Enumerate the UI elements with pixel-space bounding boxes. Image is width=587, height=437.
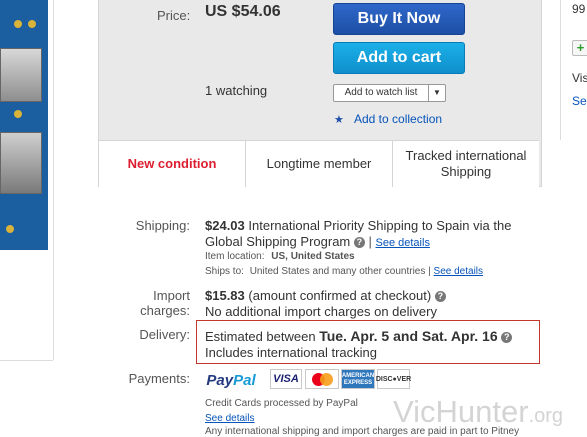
- ships-to-see-details-link[interactable]: See details: [434, 266, 483, 277]
- item-location: Item location: US, United States: [205, 251, 355, 262]
- watermark-text: .org: [528, 405, 564, 427]
- paypal-logo-text: Pay: [206, 371, 234, 389]
- shipping-label: Shipping:: [135, 218, 190, 233]
- board-pad: [14, 20, 22, 28]
- seller-badges: New condition Longtime member Tracked in…: [99, 140, 539, 187]
- import-cost: $15.83: [205, 288, 245, 303]
- import-charges-label: Import charges:: [140, 288, 190, 318]
- amex-logo: AMERICAN EXPRESS: [341, 369, 375, 389]
- help-icon[interactable]: ?: [434, 291, 446, 303]
- shipping-program: Global Shipping Program ? | See details: [205, 234, 430, 249]
- paypal-logo: Pay Pal: [205, 370, 257, 390]
- delivery-estimate: Estimated between Tue. Apr. 5 and Sat. A…: [205, 328, 513, 345]
- import-note: (amount confirmed at checkout): [248, 288, 432, 303]
- shipping-details: $24.03 International Priority Shipping t…: [205, 218, 545, 234]
- delivery-label: Delivery:: [139, 327, 190, 342]
- ships-to-label: Ships to:: [205, 266, 244, 277]
- board-pad: [6, 225, 14, 233]
- credit-cards-note: Credit Cards processed by PayPal: [205, 398, 358, 409]
- watermark-text: Hunter: [435, 394, 529, 429]
- circuit-board-image: [0, 0, 48, 250]
- mastercard-circle: [319, 372, 333, 386]
- right-sidebar: [560, 0, 587, 140]
- shipping-cost: $24.03: [205, 218, 245, 233]
- buy-it-now-button[interactable]: Buy It Now: [333, 3, 465, 35]
- add-to-cart-button[interactable]: Add to cart: [333, 42, 465, 74]
- ships-to-value: United States and many other countries: [249, 266, 426, 277]
- plus-icon[interactable]: +: [572, 40, 587, 56]
- shipping-service: International Priority Shipping to Spain…: [248, 218, 512, 233]
- board-pad: [28, 20, 36, 28]
- watch-list-label[interactable]: Add to watch list: [334, 85, 429, 101]
- price-label: Price:: [157, 8, 191, 23]
- delivery-dates: Tue. Apr. 5 and Sat. Apr. 16: [319, 328, 498, 344]
- item-location-label: Item location:: [205, 251, 265, 262]
- discover-logo: DISC●VER: [376, 369, 411, 389]
- import-charges: $15.83 (amount confirmed at checkout) ?: [205, 288, 446, 304]
- payments-see-details-link[interactable]: See details: [205, 413, 254, 424]
- site-watermark: VicHunter.org: [393, 394, 563, 430]
- mastercard-logo: [305, 369, 339, 389]
- ships-to: Ships to: United States and many other c…: [205, 266, 484, 277]
- watching-count: 1 watching: [205, 83, 268, 98]
- import-no-additional: No additional import charges on delivery: [205, 304, 437, 319]
- item-location-value: US, United States: [271, 251, 355, 262]
- paypal-logo-text: Pal: [233, 371, 256, 389]
- chevron-down-icon[interactable]: ▼: [429, 85, 445, 101]
- visa-logo: VISA: [270, 369, 302, 389]
- ethernet-port-image: [0, 132, 42, 194]
- watermark-text: Vic: [393, 394, 436, 429]
- right-sidebar-link[interactable]: Se: [572, 94, 587, 108]
- right-sidebar-text: Vis: [572, 71, 587, 85]
- product-image[interactable]: [0, 0, 54, 360]
- shipping-see-details-link[interactable]: See details: [376, 237, 430, 249]
- shipping-program-text: Global Shipping Program: [205, 234, 351, 249]
- add-to-watch-list-button[interactable]: Add to watch list ▼: [333, 84, 446, 102]
- usb-port-image: [0, 48, 42, 102]
- payments-label: Payments:: [128, 371, 190, 386]
- badge-new-condition: New condition: [99, 141, 246, 187]
- image-thumbnail-area: [0, 360, 53, 436]
- badge-tracked-shipping: Tracked international Shipping: [405, 148, 527, 179]
- price-value: US $54.06: [205, 3, 281, 20]
- star-icon: ★: [334, 114, 344, 126]
- badge-longtime-member: Longtime member: [246, 141, 393, 187]
- delivery-tracking: Includes international tracking: [205, 345, 377, 360]
- help-icon[interactable]: ?: [501, 332, 513, 344]
- board-pad: [14, 110, 22, 118]
- right-sidebar-text: 99: [572, 2, 586, 16]
- delivery-prefix: Estimated between: [205, 329, 316, 344]
- help-icon[interactable]: ?: [353, 237, 365, 249]
- add-to-collection-link[interactable]: Add to collection: [354, 112, 442, 126]
